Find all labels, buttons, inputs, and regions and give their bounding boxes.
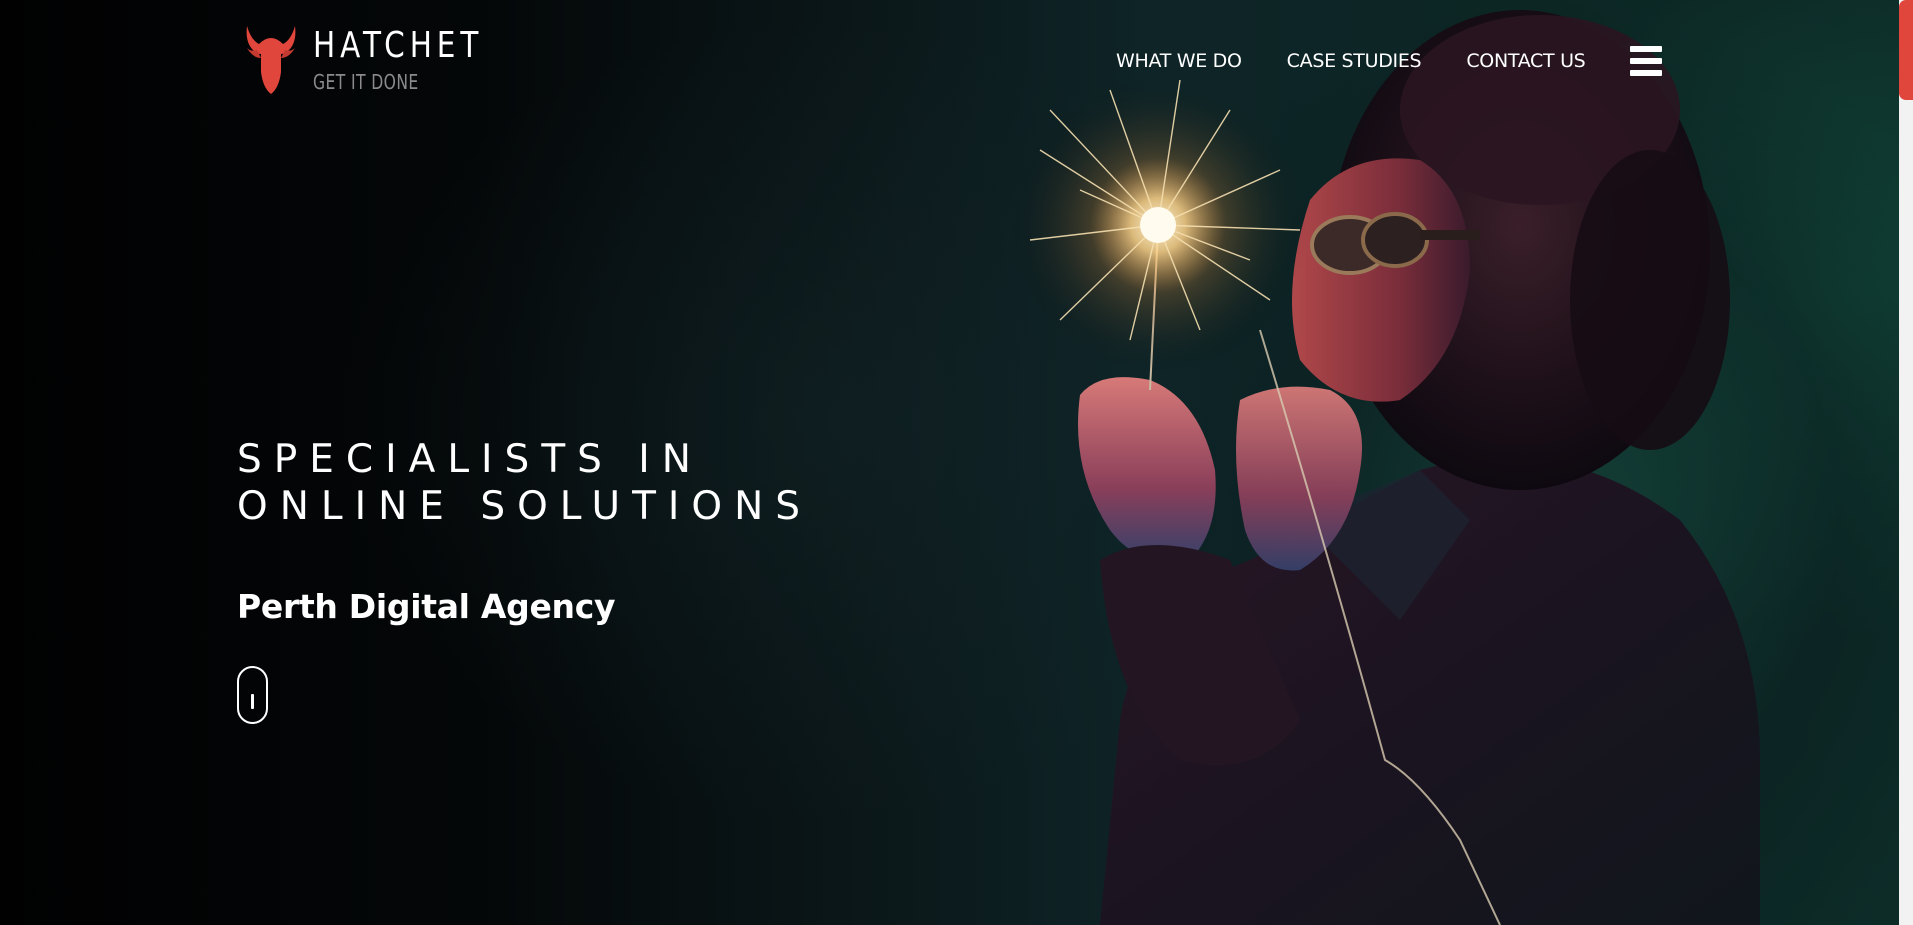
page: HATCHET GET IT DONE WHAT WE DO CASE STUD… bbox=[0, 0, 1913, 925]
brand-tagline: GET IT DONE bbox=[313, 70, 419, 94]
hero-subheadline: Perth Digital Agency bbox=[237, 587, 616, 626]
menu-bar bbox=[1630, 58, 1663, 64]
nav-item-contact-us[interactable]: CONTACT US bbox=[1466, 47, 1585, 75]
main-nav: WHAT WE DO CASE STUDIES CONTACT US bbox=[1116, 46, 1663, 76]
nav-item-what-we-do[interactable]: WHAT WE DO bbox=[1116, 47, 1242, 75]
scroll-wheel bbox=[251, 694, 254, 709]
bull-head-icon bbox=[246, 26, 296, 94]
scrollbar[interactable] bbox=[1899, 0, 1913, 925]
scrollbar-thumb[interactable] bbox=[1899, 0, 1913, 100]
site-header: HATCHET GET IT DONE WHAT WE DO CASE STUD… bbox=[0, 0, 1913, 110]
brand-name: HATCHET bbox=[313, 25, 484, 66]
hero-headline: SPECIALISTS IN ONLINE SOLUTIONS bbox=[237, 437, 813, 529]
menu-bar bbox=[1630, 70, 1663, 76]
nav-item-case-studies[interactable]: CASE STUDIES bbox=[1287, 47, 1422, 75]
mouse-scroll-icon[interactable] bbox=[237, 666, 268, 724]
logo-link[interactable]: HATCHET GET IT DONE bbox=[243, 24, 521, 96]
menu-bar bbox=[1630, 46, 1663, 52]
hamburger-menu-icon[interactable] bbox=[1630, 46, 1663, 76]
hero-content: SPECIALISTS IN ONLINE SOLUTIONS Perth Di… bbox=[237, 436, 937, 724]
